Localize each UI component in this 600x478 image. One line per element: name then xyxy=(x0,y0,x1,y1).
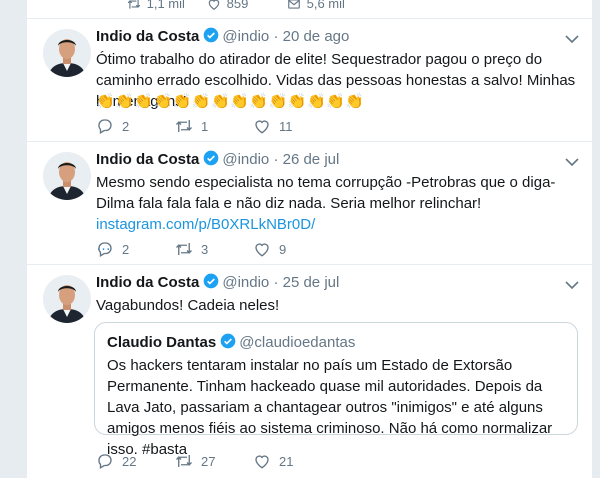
quoted-tweet[interactable]: Claudio Dantas @claudioedantas Os hackers… xyxy=(94,322,578,458)
display-name[interactable]: Indio da Costa xyxy=(96,151,199,168)
like-count: 11 xyxy=(279,119,293,134)
reply-icon xyxy=(98,454,112,469)
separator-dot: · xyxy=(273,274,279,291)
tweet[interactable]: Indio da Costa @indio · 25 de jul Vagabun… xyxy=(27,265,592,478)
tweet[interactable]: Indio da Costa @indio · 20 de ago Ótimo t… xyxy=(27,19,592,141)
like-button[interactable]: 11 xyxy=(253,117,293,135)
like-count: 9 xyxy=(279,242,287,257)
retweet-icon xyxy=(176,455,192,467)
tweet-text: Mesmo sendo especialista no tema corrupç… xyxy=(96,172,581,256)
quoted-user-handle: @claudioedantas xyxy=(239,334,356,351)
tweet-timestamp[interactable]: 20 de ago xyxy=(283,28,350,45)
heart-icon xyxy=(208,0,220,10)
retweet-count: 1,1 mil xyxy=(146,0,185,11)
tweet-header: Indio da Costa @indio · 25 de jul xyxy=(96,273,339,293)
user-handle[interactable]: @indio xyxy=(222,274,269,291)
display-name[interactable]: Indio da Costa xyxy=(96,28,199,45)
like-count: 859 xyxy=(226,0,249,11)
heart-icon xyxy=(255,120,269,134)
tweet-timestamp[interactable]: 25 de jul xyxy=(283,274,340,291)
verified-badge-icon xyxy=(203,273,219,293)
quoted-tweet-header: Claudio Dantas @claudioedantas xyxy=(107,333,355,353)
tweet-header: Indio da Costa @indio · 20 de ago xyxy=(96,27,349,47)
verified-badge-icon xyxy=(203,27,219,47)
envelope-icon xyxy=(288,0,300,9)
heart-icon xyxy=(255,243,269,257)
avatar[interactable] xyxy=(43,152,91,200)
like-count: 21 xyxy=(279,454,294,469)
heart-icon xyxy=(255,455,269,469)
verified-badge-icon xyxy=(220,333,236,353)
tweet-header: Indio da Costa @indio · 26 de jul xyxy=(96,150,339,170)
display-name[interactable]: Indio da Costa xyxy=(96,274,199,291)
user-handle[interactable]: @indio xyxy=(222,151,269,168)
tweet-text-body: Mesmo sendo especialista no tema corrupç… xyxy=(96,174,556,212)
avatar[interactable] xyxy=(43,275,91,323)
retweet-button[interactable]: 27 xyxy=(175,452,215,470)
tweet-text: Vagabundos! Cadeia neles! xyxy=(96,297,280,314)
dm-button[interactable]: 5,6 mil xyxy=(285,0,345,11)
avatar[interactable] xyxy=(43,29,91,77)
like-button[interactable]: 859 xyxy=(205,0,248,11)
like-button[interactable]: 21 xyxy=(253,452,293,470)
separator-dot: · xyxy=(273,151,279,168)
separator-dot: · xyxy=(273,28,279,45)
reply-count: 22 xyxy=(122,454,137,469)
verified-badge-icon xyxy=(203,150,219,170)
tweet[interactable]: Indio da Costa @indio · 26 de jul Mesmo s… xyxy=(27,142,592,264)
user-handle[interactable]: @indio xyxy=(222,28,269,45)
tweet-link[interactable]: instagram.com/p/B0XRLkNBr0D/ xyxy=(96,216,315,233)
retweet-count: 27 xyxy=(201,454,216,469)
reply-count: 2 xyxy=(122,119,130,134)
reply-button[interactable]: 2 xyxy=(96,240,129,258)
quoted-display-name: Claudio Dantas xyxy=(107,334,217,351)
tweet-timestamp[interactable]: 26 de jul xyxy=(283,151,340,168)
retweet-count: 3 xyxy=(201,242,209,257)
reply-count: 2 xyxy=(122,242,130,257)
clapping-hands-emoji: 👏👏👏👏👏👏👏👏👏👏👏👏👏👏 xyxy=(96,93,365,110)
like-button[interactable]: 9 xyxy=(253,240,286,258)
retweet-button[interactable]: 1 xyxy=(175,117,208,135)
timeline: 1,1 mil 859 5,6 mil Indio da Costa @indio xyxy=(27,0,592,478)
retweet-icon xyxy=(176,120,192,132)
dm-count: 5,6 mil xyxy=(306,0,345,11)
reply-button[interactable]: 2 xyxy=(96,117,129,135)
retweet-button[interactable]: 1,1 mil xyxy=(125,0,185,11)
retweet-icon xyxy=(176,243,192,255)
quoted-tweet-text: Os hackers tentaram instalar no país um … xyxy=(107,357,553,458)
retweet-button[interactable]: 3 xyxy=(175,240,208,258)
chevron-down-icon[interactable] xyxy=(565,154,579,172)
reply-button[interactable]: 22 xyxy=(96,452,136,470)
retweet-icon xyxy=(127,0,141,9)
chevron-down-icon[interactable] xyxy=(565,277,579,295)
chevron-down-icon[interactable] xyxy=(565,31,579,49)
retweet-count: 1 xyxy=(201,119,209,134)
reply-icon xyxy=(98,119,112,134)
reply-icon xyxy=(98,242,112,257)
